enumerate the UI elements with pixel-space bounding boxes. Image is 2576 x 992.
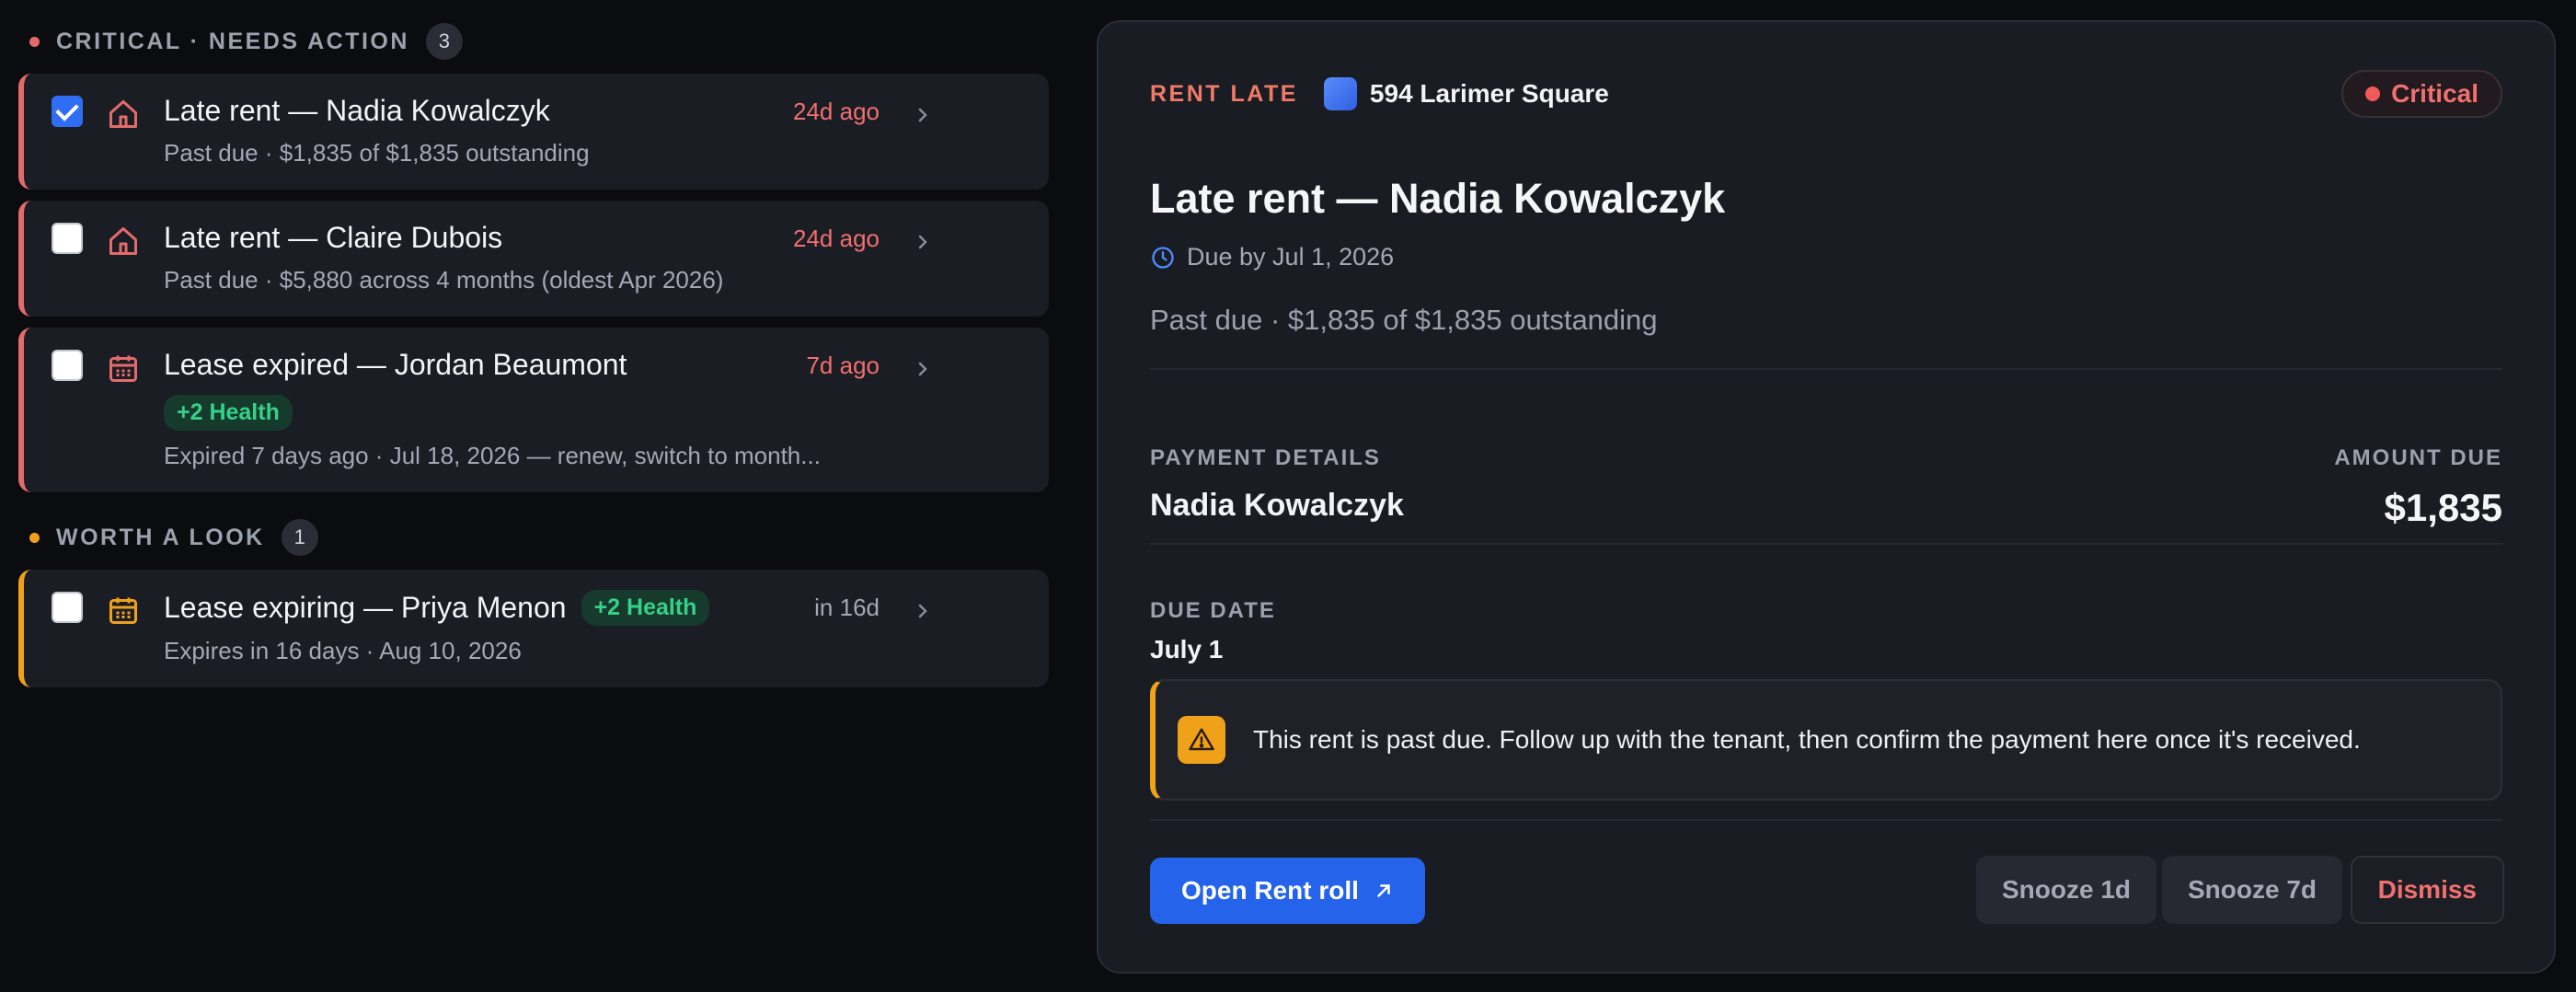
app-root: CRITICAL · NEEDS ACTION 3 Late rent — Na… (0, 0, 2576, 992)
health-badge: +2 Health (164, 395, 293, 431)
list-item-time: 24d ago (793, 98, 880, 125)
section-header-critical: CRITICAL · NEEDS ACTION 3 (18, 20, 1049, 63)
list-item[interactable]: Lease expiring — Priya Menon +2 Health E… (18, 570, 1049, 687)
list-item-subtitle: Expires in 16 days · Aug 10, 2026 (164, 637, 522, 664)
list-item-body: Late rent — Claire Dubois Past due · $5,… (164, 221, 1021, 294)
section-count: 1 (281, 519, 318, 556)
open-rent-roll-label: Open Rent roll (1181, 876, 1359, 905)
home-icon (109, 100, 137, 128)
list-item-title-row: Lease expiring — Priya Menon +2 Health (164, 590, 1021, 626)
select-checkbox[interactable] (52, 350, 83, 381)
payment-name: Nadia Kowalczyk (1150, 488, 1404, 523)
severity-badge: Critical (2341, 70, 2502, 118)
list-item-title: Lease expired — Jordan Beaumont (164, 348, 627, 381)
list-item-subtitle: Past due · $5,880 across 4 months (oldes… (164, 266, 724, 294)
amount-due-value: $1,835 (2384, 486, 2502, 529)
section-header-worth-a-look: WORTH A LOOK 1 (18, 516, 1049, 559)
due-date-label: DUE DATE (1150, 598, 1276, 623)
severity-dot (2365, 87, 2381, 101)
health-badge: +2 Health (581, 590, 710, 626)
due-date-value: July 1 (1150, 635, 1224, 663)
select-checkbox[interactable] (52, 592, 83, 623)
list-item-subtitle: Past due · $1,835 of $1,835 outstanding (164, 139, 590, 167)
list-item[interactable]: Late rent — Nadia Kowalczyk Past due · $… (18, 74, 1049, 190)
list-item-body: Lease expiring — Priya Menon +2 Health E… (164, 590, 1021, 665)
warning-dot (29, 532, 40, 543)
list-item-time: in 16d (814, 594, 880, 621)
list-item-body: Late rent — Nadia Kowalczyk Past due · $… (164, 94, 1021, 167)
list-item[interactable]: Late rent — Claire Dubois Past due · $5,… (18, 201, 1049, 317)
chevron-right-icon[interactable] (914, 234, 931, 250)
snooze-1d-button[interactable]: Snooze 1d (1975, 856, 2156, 924)
list-item-title: Lease expiring — Priya Menon (164, 591, 567, 624)
list-item-title: Late rent — Nadia Kowalczyk (164, 94, 550, 127)
section-count: 3 (425, 23, 463, 60)
clock-icon (1152, 246, 1174, 269)
list-item-body: Lease expired — Jordan Beaumont +2 Healt… (164, 348, 1021, 470)
divider (1150, 368, 2502, 370)
triage-list: CRITICAL · NEEDS ACTION 3 Late rent — Na… (18, 20, 1049, 687)
warning-icon (1178, 716, 1225, 764)
calendar-icon (109, 355, 137, 382)
past-due-alert: This rent is past due. Follow up with th… (1150, 679, 2502, 801)
detail-panel: RENT LATE 594 Larimer Square Critical La… (1097, 20, 2556, 974)
select-checkbox[interactable] (52, 223, 83, 254)
due-by-text: Due by Jul 1, 2026 (1187, 243, 1395, 271)
home-icon (109, 227, 137, 255)
calendar-icon (109, 597, 137, 624)
detail-header: RENT LATE 594 Larimer Square Critical (1150, 70, 2502, 118)
critical-dot (29, 36, 40, 47)
chevron-right-icon[interactable] (914, 107, 931, 123)
due-by: Due by Jul 1, 2026 (1150, 243, 1394, 271)
payment-details-label: PAYMENT DETAILS (1150, 445, 1381, 470)
detail-title: Late rent — Nadia Kowalczyk (1150, 175, 1726, 222)
list-item-time: 24d ago (793, 225, 880, 252)
detail-subtitle: Past due · $1,835 of $1,835 outstanding (1150, 304, 1658, 336)
alert-text: This rent is past due. Follow up with th… (1253, 725, 2361, 754)
severity-label: Critical (2391, 79, 2478, 108)
section-title: CRITICAL · NEEDS ACTION (56, 28, 409, 54)
detail-kicker: RENT LATE (1150, 80, 1298, 107)
section-title: WORTH A LOOK (56, 524, 265, 550)
chevron-right-icon[interactable] (914, 361, 931, 377)
list-item-title: Late rent — Claire Dubois (164, 221, 503, 254)
open-rent-roll-button[interactable]: Open Rent roll (1150, 858, 1425, 924)
dismiss-button[interactable]: Dismiss (2350, 856, 2504, 924)
amount-due-label: AMOUNT DUE (2334, 445, 2502, 470)
list-item[interactable]: Lease expired — Jordan Beaumont +2 Healt… (18, 328, 1049, 492)
select-checkbox[interactable] (52, 96, 83, 127)
external-link-icon (1377, 884, 1390, 897)
chevron-right-icon[interactable] (914, 603, 931, 619)
snooze-7d-button[interactable]: Snooze 7d (2161, 856, 2342, 924)
divider (1150, 819, 2502, 821)
divider (1150, 543, 2502, 545)
property-icon (1323, 77, 1357, 110)
list-item-subtitle: Expired 7 days ago · Jul 18, 2026 — rene… (164, 442, 821, 469)
list-item-time: 7d ago (806, 352, 880, 379)
property-name[interactable]: 594 Larimer Square (1370, 79, 1609, 109)
